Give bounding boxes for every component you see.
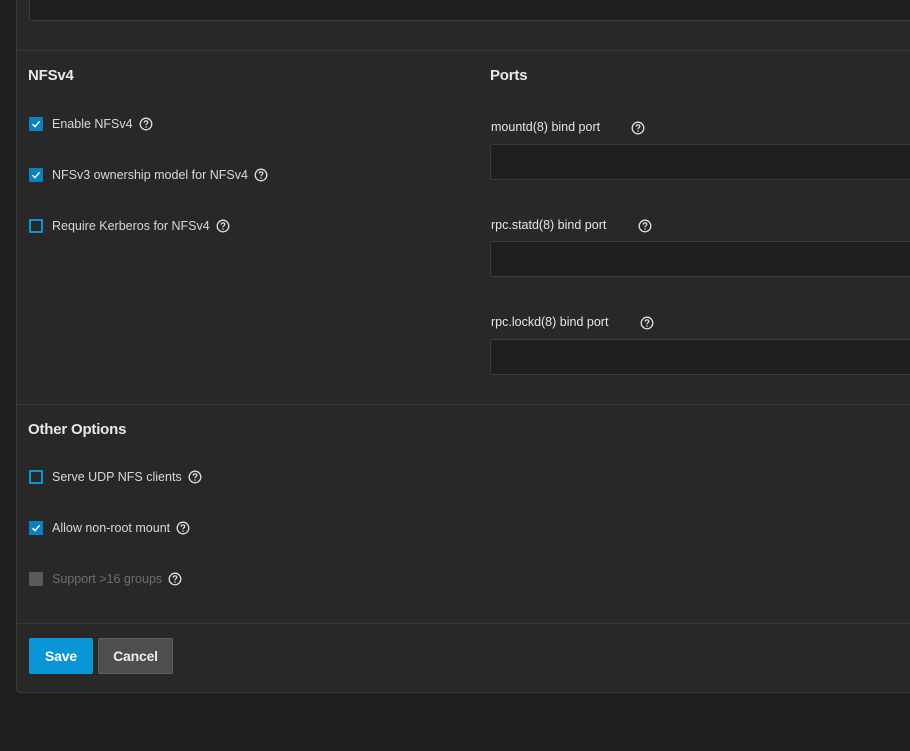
support-16-groups-checkbox	[29, 572, 43, 586]
nfs-settings-card: NFSv4 Enable NFSv4 NFSv3 ownership model…	[16, 0, 910, 693]
enable-nfsv4-checkbox[interactable]	[29, 117, 43, 131]
require-kerberos-checkbox[interactable]	[29, 219, 43, 233]
allow-non-root-option[interactable]: Allow non-root mount	[29, 519, 190, 537]
ports-section-title: Ports	[490, 67, 528, 84]
check-icon	[32, 120, 41, 128]
nfsv3-ownership-label: NFSv3 ownership model for NFSv4	[52, 168, 248, 182]
check-icon	[32, 171, 41, 179]
help-circle-icon[interactable]	[168, 572, 182, 586]
statd-port-label-row: rpc.statd(8) bind port	[491, 218, 606, 232]
help-circle-icon[interactable]	[176, 521, 190, 535]
lockd-port-label: rpc.lockd(8) bind port	[491, 315, 609, 329]
serve-udp-label: Serve UDP NFS clients	[52, 470, 182, 484]
help-circle-icon[interactable]	[254, 168, 268, 182]
lockd-port-input[interactable]	[490, 339, 910, 375]
section-divider	[17, 404, 910, 405]
mountd-port-input[interactable]	[490, 144, 910, 180]
help-circle-icon[interactable]	[188, 470, 202, 484]
enable-nfsv4-label: Enable NFSv4	[52, 117, 133, 131]
section-divider	[17, 623, 910, 624]
help-circle-icon[interactable]	[216, 219, 230, 233]
allow-non-root-label: Allow non-root mount	[52, 521, 171, 535]
lockd-port-label-row: rpc.lockd(8) bind port	[491, 315, 608, 329]
require-kerberos-label: Require Kerberos for NFSv4	[52, 219, 210, 233]
statd-port-label: rpc.statd(8) bind port	[491, 218, 607, 232]
cancel-button[interactable]: Cancel	[98, 638, 173, 674]
nfsv3-ownership-option[interactable]: NFSv3 ownership model for NFSv4	[29, 166, 268, 184]
save-button[interactable]: Save	[29, 638, 93, 674]
mountd-port-label: mountd(8) bind port	[491, 120, 601, 134]
check-icon	[32, 524, 41, 532]
require-kerberos-option[interactable]: Require Kerberos for NFSv4	[29, 217, 230, 235]
support-16-groups-option: Support >16 groups	[29, 570, 182, 588]
top-text-field[interactable]	[29, 0, 910, 21]
support-16-groups-label: Support >16 groups	[52, 572, 163, 586]
help-circle-icon[interactable]	[631, 121, 645, 135]
serve-udp-option[interactable]: Serve UDP NFS clients	[29, 468, 202, 486]
help-circle-icon[interactable]	[640, 316, 654, 330]
mountd-port-label-row: mountd(8) bind port	[491, 120, 600, 134]
allow-non-root-checkbox[interactable]	[29, 521, 43, 535]
statd-port-input[interactable]	[490, 241, 910, 277]
other-options-section-title: Other Options	[28, 421, 127, 438]
help-circle-icon[interactable]	[139, 117, 153, 131]
serve-udp-checkbox[interactable]	[29, 470, 43, 484]
section-divider	[17, 50, 910, 51]
nfsv3-ownership-checkbox[interactable]	[29, 168, 43, 182]
enable-nfsv4-option[interactable]: Enable NFSv4	[29, 115, 153, 133]
nfsv4-section-title: NFSv4	[28, 67, 74, 84]
help-circle-icon[interactable]	[638, 219, 652, 233]
